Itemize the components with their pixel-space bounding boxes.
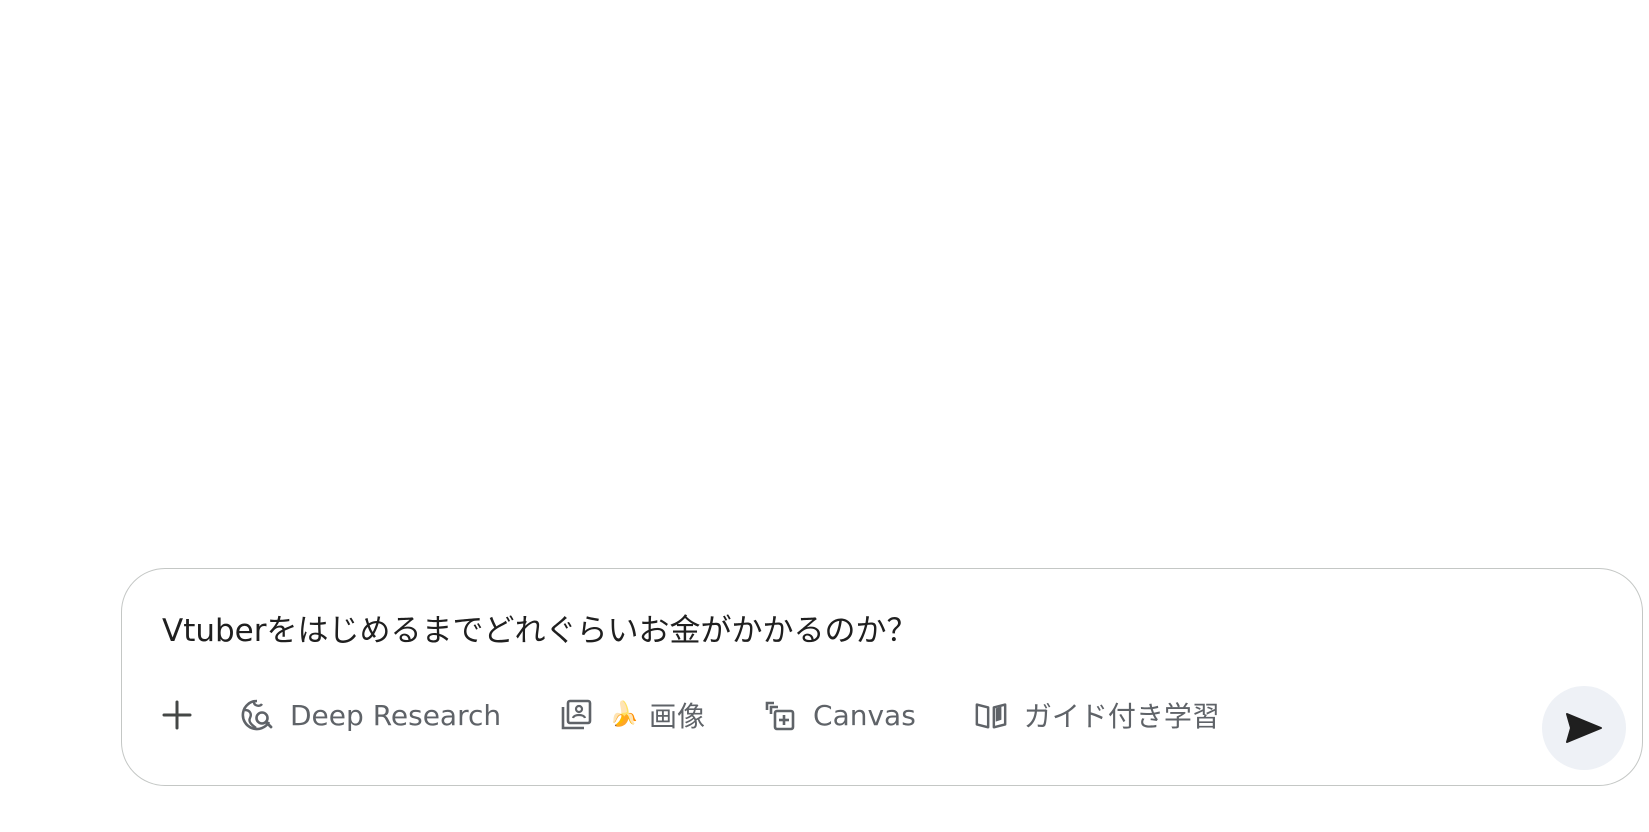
send-button[interactable] — [1542, 686, 1626, 770]
book-open-icon — [974, 698, 1008, 732]
banana-emoji: 🍌 — [609, 701, 640, 728]
prompt-composer: Vtuberをはじめるまでどれぐらいお金がかかるのか？ Deep Researc… — [121, 568, 1643, 786]
prompt-input[interactable]: Vtuberをはじめるまでどれぐらいお金がかかるのか？ — [162, 605, 918, 650]
image-gallery-icon — [559, 698, 593, 732]
canvas-label: Canvas — [813, 698, 916, 732]
canvas-add-icon — [763, 698, 797, 732]
image-label: 画像 — [649, 700, 706, 733]
page: Vtuberをはじめるまでどれぐらいお金がかかるのか？ Deep Researc… — [0, 0, 1649, 832]
add-button[interactable] — [152, 690, 202, 740]
guided-learning-button[interactable]: ガイド付き学習 — [960, 691, 1234, 739]
image-button[interactable]: 🍌 画像 — [545, 691, 719, 739]
guided-learning-label: ガイド付き学習 — [1023, 700, 1220, 733]
deep-research-label: Deep Research — [290, 698, 502, 732]
globe-search-icon — [240, 698, 274, 732]
canvas-button[interactable]: Canvas — [749, 691, 930, 739]
send-arrow-icon — [1566, 713, 1602, 743]
plus-icon — [162, 700, 192, 730]
composer-toolbar: Deep Research 🍌 画像 Canvas ガイド付き学習 — [152, 683, 1264, 747]
deep-research-button[interactable]: Deep Research — [226, 691, 515, 739]
